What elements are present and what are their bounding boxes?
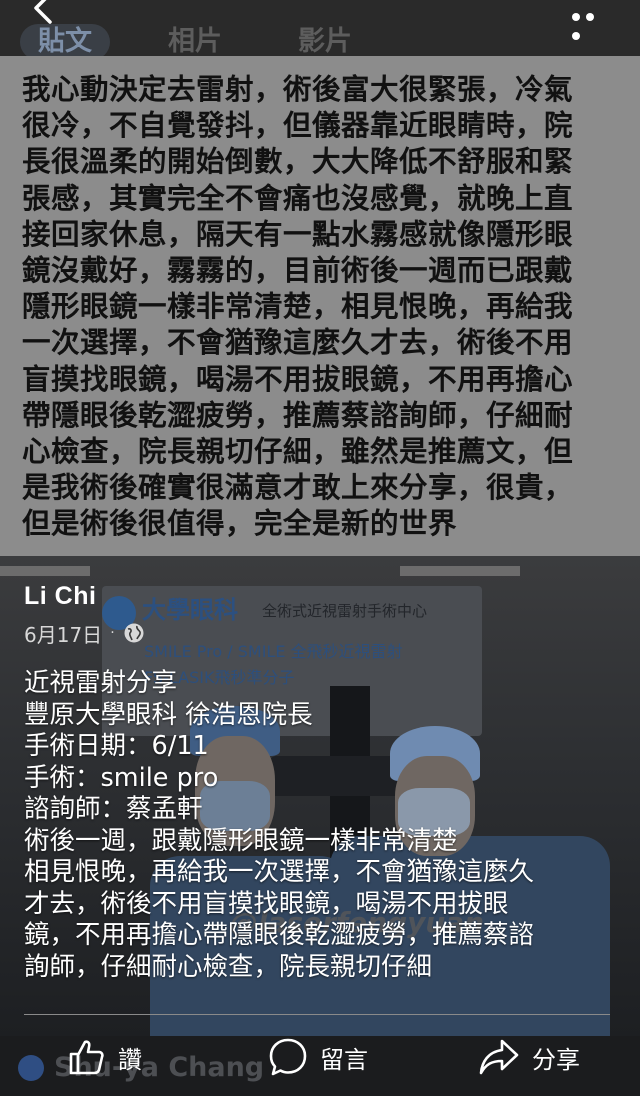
caption-line: 諮詢師：蔡孟軒 (24, 794, 203, 824)
comment-icon (269, 1038, 307, 1076)
top-bar: 貼文 相片 影片 (0, 0, 640, 60)
sign-subtitle: 全術式近視雷射手術中心 (262, 602, 428, 620)
tab-posts[interactable]: 貼文 (20, 24, 110, 60)
caption-divider (24, 1014, 610, 1015)
caption-line: 術後一週，跟戴隱形眼鏡一樣非常清楚 (24, 825, 458, 856)
comment-label: 留言 (320, 1045, 368, 1074)
profile-tabs: 貼文 相片 影片 (20, 24, 370, 60)
like-label: 讚 (118, 1045, 142, 1074)
ceiling-light (400, 566, 520, 576)
post-body-text: 我心動決定去雷射，術後富大很緊張，冷氣 很冷，不自覺發抖，但儀器靠近眼睛時，院 … (22, 73, 574, 541)
like-badge-icon (18, 1054, 44, 1081)
photo-viewer-screen: 貼文 相片 影片 我心動決定去雷射，術後富大很緊張，冷氣 很冷，不自覺發抖，但儀… (0, 0, 640, 1096)
tab-photos[interactable]: 相片 (150, 24, 240, 60)
post-text-panel: 我心動決定去雷射，術後富大很緊張，冷氣 很冷，不自覺發抖，但儀器靠近眼睛時，院 … (0, 56, 640, 556)
tab-videos[interactable]: 影片 (280, 24, 370, 60)
share-button[interactable]: 分享 (478, 1036, 580, 1078)
caption-line: 詢師，仔細耐心檢查，院長親切仔細 (24, 951, 433, 982)
share-label: 分享 (532, 1045, 580, 1074)
ceiling-light (0, 566, 90, 576)
sign-line-1: SMILE Pro / SMILE 全飛秒近視雷射 (144, 642, 403, 661)
caption-line: 近視雷射分享 (24, 668, 178, 698)
comment-button[interactable]: 留言 (268, 1036, 368, 1078)
more-horizontal-icon[interactable] (572, 6, 612, 40)
caption-line: 手術：smile pro (24, 762, 219, 793)
thumbs-up-icon (69, 1040, 104, 1075)
caption-line: 相見恨晚，再給我一次選擇，不會猶豫這麼久 (24, 857, 535, 887)
caption-line: 鏡，不用再擔心帶隱眼後乾澀疲勞，推薦蔡諮 (24, 920, 535, 950)
caption-line: 豐原大學眼科 徐浩恩院長 (24, 699, 313, 730)
author-name[interactable]: Li Chi (24, 582, 96, 611)
action-bar: Shu-ya Chang 讚 留言 分享 (0, 1036, 640, 1096)
globe-icon (124, 623, 144, 643)
caption-line: 才去，術後不用盲摸找眼鏡，喝湯不用拔眼 (24, 888, 509, 919)
share-icon (479, 1039, 519, 1075)
post-caption: 近視雷射分享 豐原大學眼科 徐浩恩院長 手術日期：6/11 手術：smile p… (24, 668, 620, 983)
post-meta: 6月17日 · (24, 619, 145, 648)
sign-title: 大學眼科 (142, 596, 238, 624)
chevron-left-icon[interactable] (28, 0, 56, 26)
post-date[interactable]: 6月17日 (24, 619, 102, 648)
like-button[interactable]: 讚 (68, 1036, 142, 1078)
caption-line: 手術日期：6/11 (24, 731, 209, 761)
meta-separator: · (110, 625, 115, 641)
